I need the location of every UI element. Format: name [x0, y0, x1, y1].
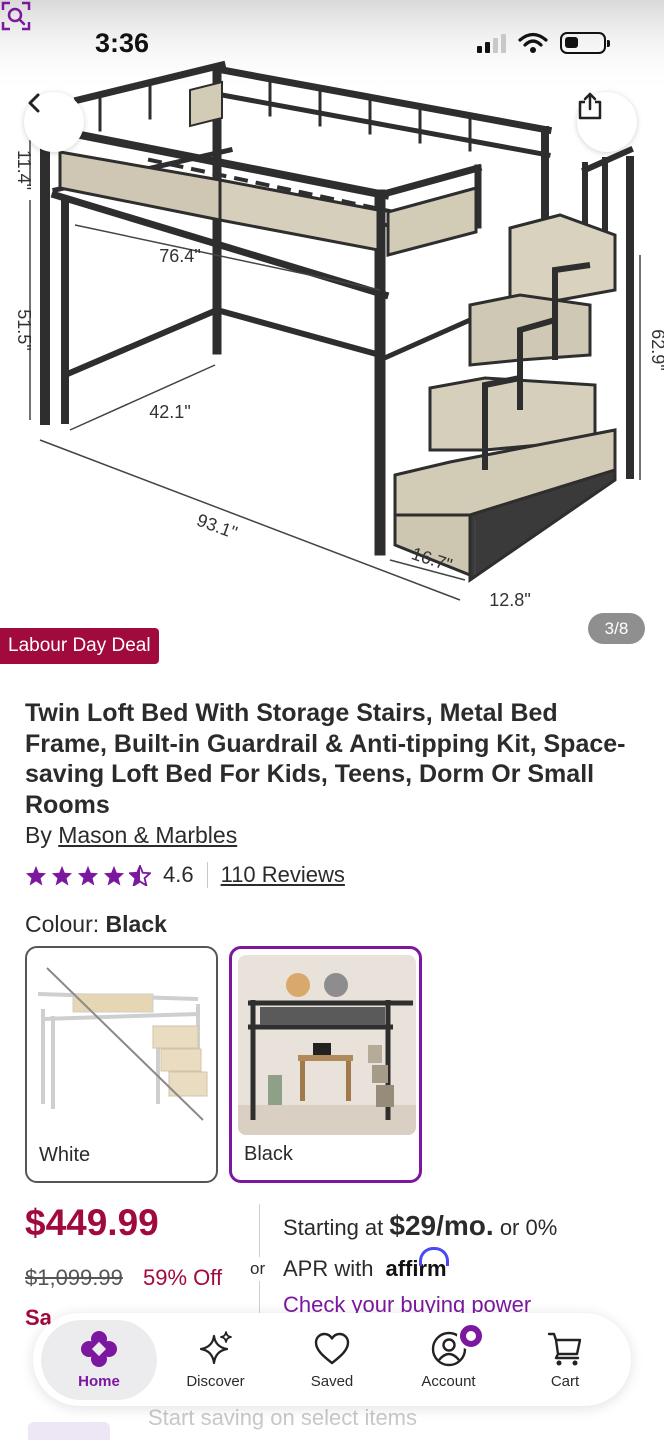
- swatch-black-image: [238, 955, 416, 1135]
- battery-icon: [560, 32, 610, 54]
- nav-cart[interactable]: Cart: [507, 1320, 623, 1400]
- affirm-logo: affirm: [385, 1247, 449, 1281]
- swatch-black[interactable]: Black: [229, 946, 422, 1183]
- chevron-left-icon: [28, 93, 40, 113]
- original-price: $1,099.99: [25, 1265, 123, 1290]
- cellular-signal-icon: [477, 33, 506, 53]
- brand-link[interactable]: Mason & Marbles: [58, 822, 237, 848]
- dim-width: 42.1": [149, 402, 190, 422]
- sparkle-icon: [199, 1330, 232, 1364]
- promo-chip: [28, 1422, 110, 1440]
- sale-price: $449.99: [25, 1202, 159, 1243]
- colour-selected-value: Black: [105, 911, 167, 937]
- nav-account[interactable]: Account: [391, 1320, 507, 1400]
- reviews-link[interactable]: 110 Reviews: [221, 862, 345, 888]
- rating-divider: [206, 862, 208, 888]
- product-title: Twin Loft Bed With Storage Stairs, Metal…: [25, 699, 626, 819]
- account-notification-badge: [456, 1321, 485, 1350]
- wifi-icon: [518, 32, 548, 53]
- deal-badge: Labour Day Deal: [0, 628, 159, 664]
- star-full-icon: [25, 865, 47, 886]
- bottom-nav: Home Discover Saved Account Cart: [33, 1313, 631, 1406]
- rating-value: 4.6: [163, 862, 194, 887]
- swatch-white-image: [33, 954, 211, 1134]
- nav-saved-label: Saved: [310, 1372, 354, 1390]
- home-flower-icon: [81, 1330, 117, 1367]
- dim-height: 62.9": [648, 329, 664, 370]
- swatch-white-label: White: [39, 1144, 91, 1166]
- star-full-icon: [103, 865, 125, 886]
- nav-home[interactable]: Home: [41, 1319, 157, 1400]
- financing-apr-line: APR with affirm: [283, 1247, 449, 1281]
- loft-bed-image: 11.4" 76.4" 51.5" 42.1" 93.1" 16.7" 12.8…: [0, 0, 664, 610]
- star-full-icon: [51, 865, 73, 886]
- rating-row[interactable]: 4.6 110 Reviews: [25, 862, 345, 888]
- status-bar: 3:36: [0, 0, 664, 90]
- rating-stars: [25, 864, 151, 886]
- brand-line: By Mason & Marbles: [25, 822, 237, 849]
- dim-total-length: 93.1": [194, 510, 240, 543]
- dim-guardrail: 11.4": [14, 150, 34, 190]
- dim-length-top: 76.4": [159, 246, 200, 266]
- financing-amount: $29/mo.: [389, 1210, 494, 1241]
- discount-percent: 59% Off: [143, 1265, 223, 1290]
- status-time: 3:36: [95, 28, 150, 58]
- nav-saved[interactable]: Saved: [274, 1320, 390, 1400]
- cart-icon: [547, 1332, 582, 1365]
- star-half-icon: [129, 864, 151, 886]
- colour-label: Colour: Black: [25, 911, 167, 937]
- nav-discover[interactable]: Discover: [158, 1320, 274, 1400]
- swatch-white[interactable]: White: [25, 946, 218, 1183]
- or-separator: or: [250, 1257, 266, 1281]
- dim-clearance: 51.5": [14, 309, 34, 350]
- status-icons: [477, 32, 610, 54]
- share-button[interactable]: [577, 92, 637, 152]
- share-icon: [578, 92, 602, 120]
- dim-step: 12.8": [489, 590, 530, 610]
- by-prefix: By: [25, 822, 52, 848]
- star-full-icon: [77, 865, 99, 886]
- nav-cart-label: Cart: [550, 1372, 580, 1390]
- heart-icon: [314, 1332, 350, 1364]
- swatch-black-label: Black: [244, 1143, 293, 1165]
- financing-line: Starting at $29/mo. or 0%: [283, 1210, 558, 1241]
- promo-text: Start saving on select items: [148, 1405, 418, 1430]
- back-button[interactable]: [24, 92, 84, 152]
- product-image-carousel[interactable]: 11.4" 76.4" 51.5" 42.1" 93.1" 16.7" 12.8…: [0, 0, 664, 665]
- nav-home-label: Home: [78, 1372, 120, 1390]
- nav-discover-label: Discover: [186, 1372, 245, 1390]
- nav-account-label: Account: [421, 1372, 476, 1390]
- image-counter: 3/8: [588, 613, 645, 644]
